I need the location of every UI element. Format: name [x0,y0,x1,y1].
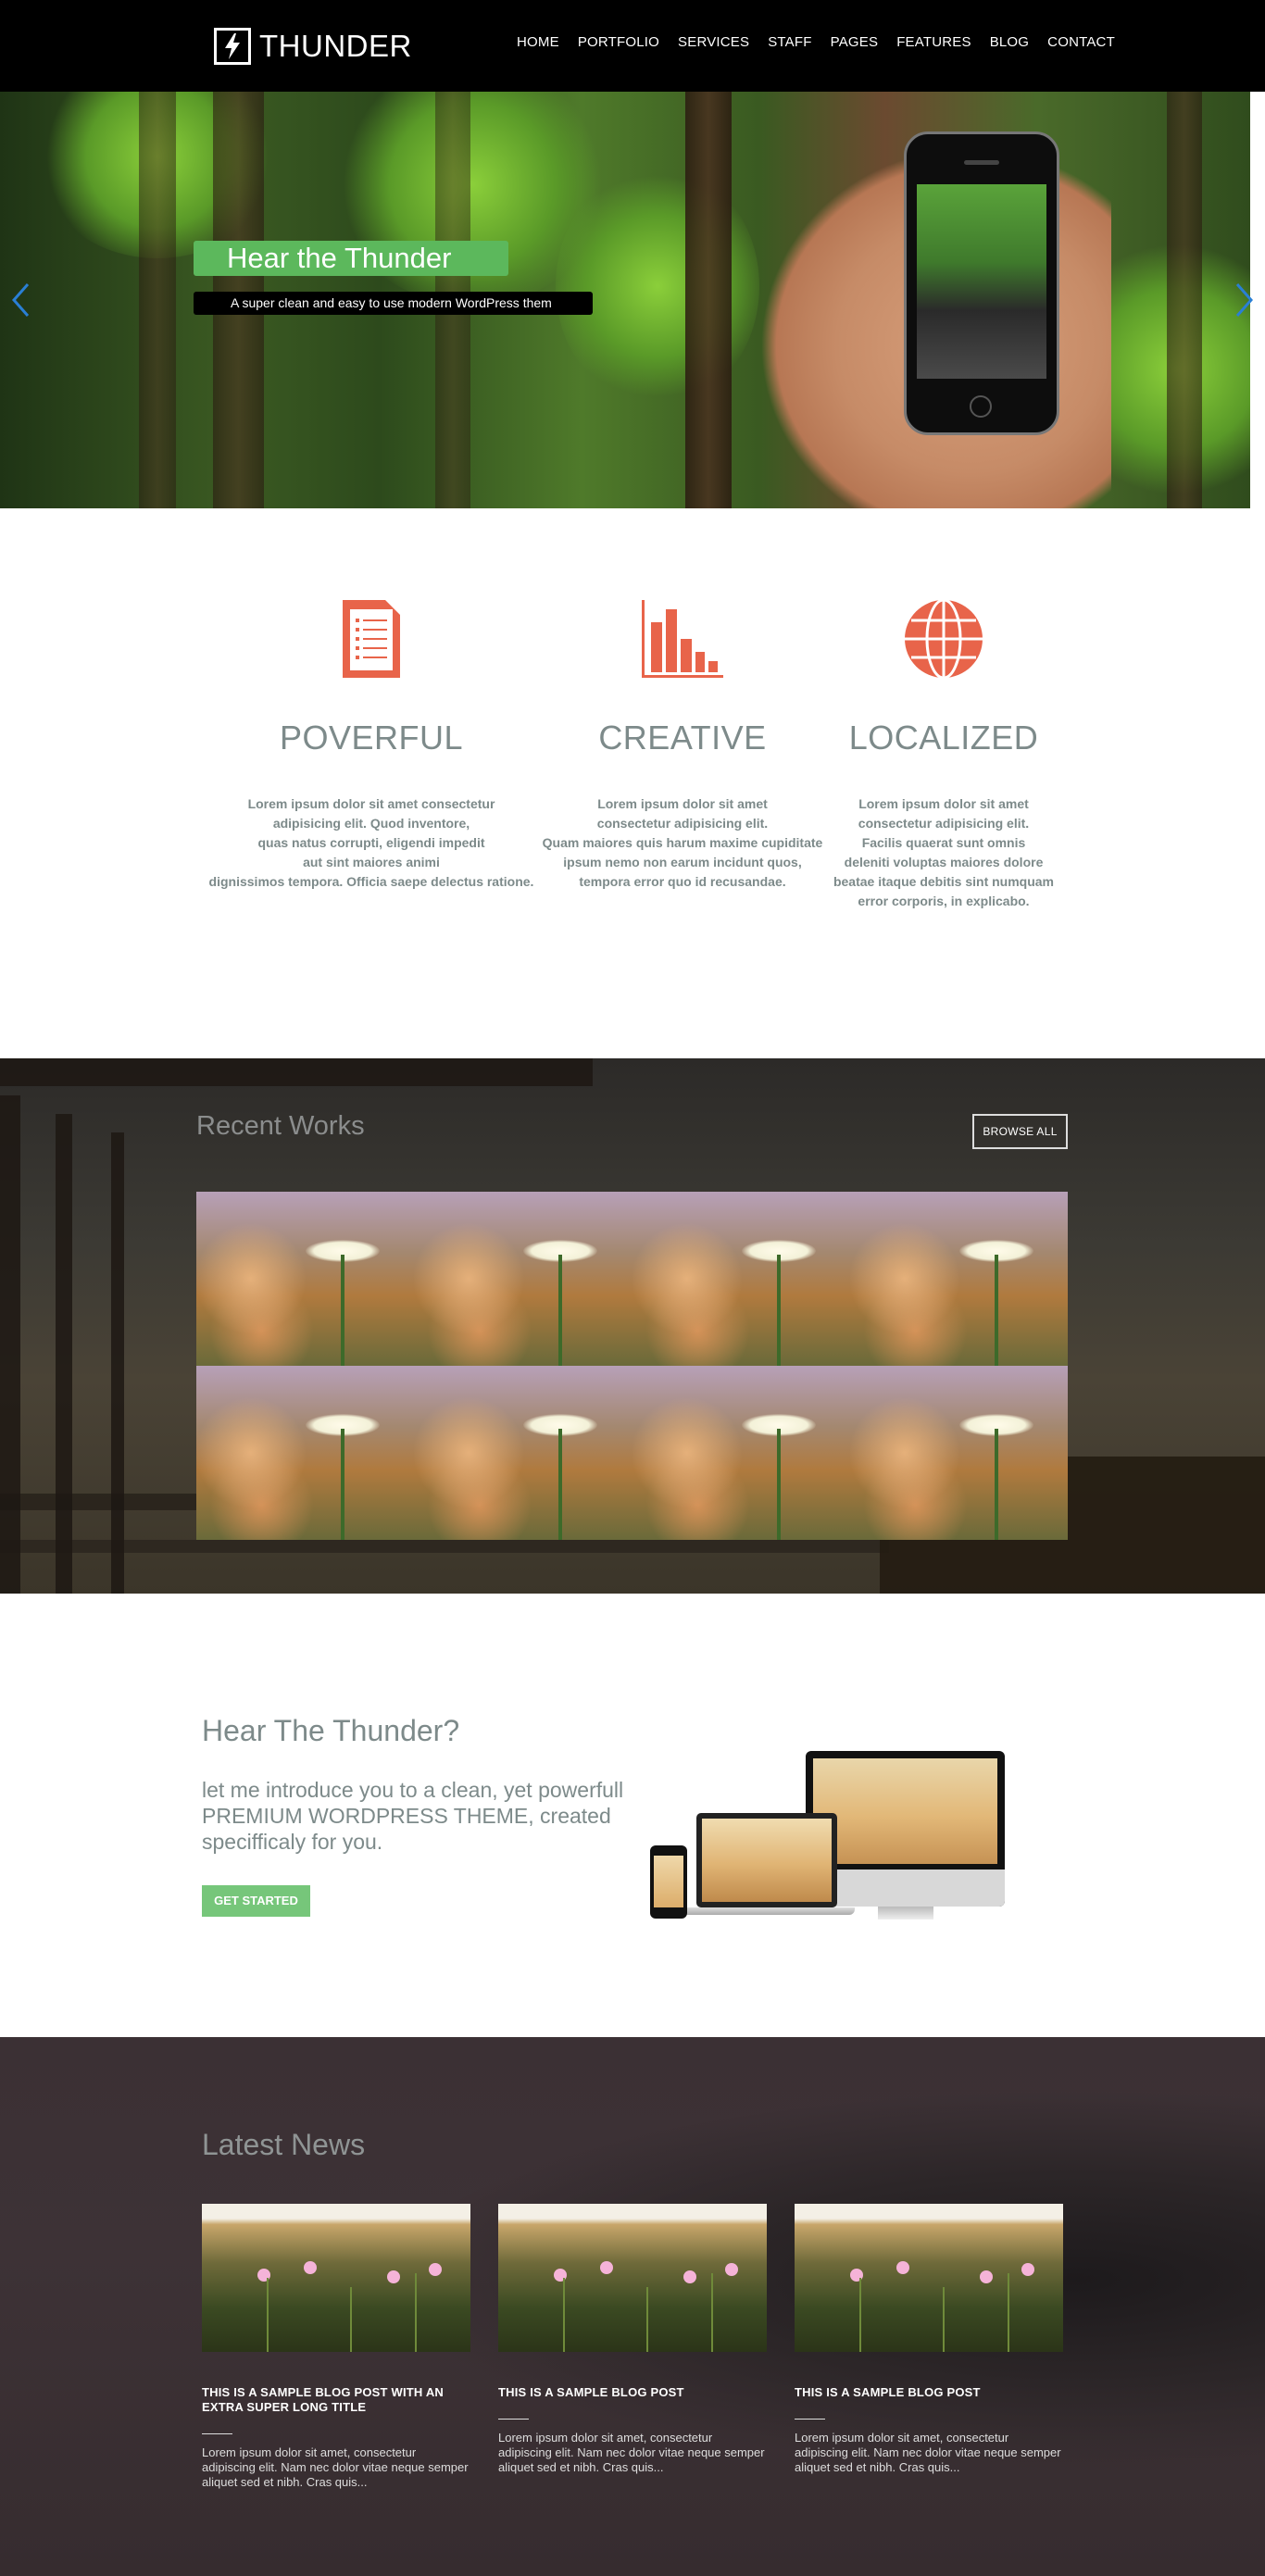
nav-item-features[interactable]: FEATURES [896,34,971,50]
page: THUNDER HOME PORTFOLIO SERVICES STAFF PA… [0,0,1265,2576]
site-logo[interactable]: THUNDER [214,26,412,67]
hero-title: Hear the Thunder [194,241,508,276]
feature-title: CREATIVE [598,719,767,757]
post-excerpt: Lorem ipsum dolor sit amet, consectetur … [795,2431,1061,2474]
portfolio-item[interactable] [849,1366,1068,1540]
post-image[interactable] [498,2204,767,2352]
nav-item-services[interactable]: SERVICES [678,34,749,50]
chevron-right-icon[interactable] [1232,281,1256,319]
phone-image [904,131,1059,435]
nav-item-portfolio[interactable]: PORTFOLIO [578,34,659,50]
hero-subtitle: A super clean and easy to use modern Wor… [194,292,593,315]
phone-device-image [650,1845,687,1919]
feature-text: Lorem ipsum dolor sit amet consectetur a… [833,796,1055,908]
recent-works-section: Recent Works BROWSE ALL [0,1058,1265,1594]
feature-title: LOCALIZED [848,719,1039,757]
main-nav: HOME PORTFOLIO SERVICES STAFF PAGES FEAT… [517,34,1115,50]
logo-text: THUNDER [259,29,412,63]
works-title: Recent Works [196,1111,365,1141]
get-started-button[interactable]: GET STARTED [202,1885,310,1917]
browse-all-button[interactable]: BROWSE ALL [972,1114,1068,1149]
feature-creative: CREATIVE Lorem ipsum dolor sit amet cons… [539,598,826,892]
portfolio-item[interactable] [196,1192,415,1366]
news-title: Latest News [202,2128,366,2161]
lightning-icon [214,28,251,65]
nav-item-contact[interactable]: CONTACT [1047,34,1115,50]
portfolio-item[interactable] [414,1192,632,1366]
portfolio-item[interactable] [632,1366,850,1540]
post-image[interactable] [202,2204,470,2352]
post-image[interactable] [795,2204,1063,2352]
feature-powerful: POVERFUL Lorem ipsum dolor sit amet cons… [204,598,539,892]
site-header: THUNDER HOME PORTFOLIO SERVICES STAFF PA… [0,0,1265,92]
news-post[interactable]: THIS IS A SAMPLE BLOG POST Lorem ipsum d… [795,2204,1063,2475]
post-excerpt: Lorem ipsum dolor sit amet, consectetur … [498,2431,765,2474]
laptop-device-image [696,1813,837,1907]
nav-item-pages[interactable]: PAGES [831,34,879,50]
portfolio-item[interactable] [414,1366,632,1540]
news-post[interactable]: THIS IS A SAMPLE BLOG POST Lorem ipsum d… [498,2204,767,2475]
feature-text: Lorem ipsum dolor sit amet consectetur a… [542,796,823,889]
post-title[interactable]: THIS IS A SAMPLE BLOG POST WITH AN EXTRA… [202,2385,470,2415]
works-grid [196,1192,1068,1540]
bar-chart-icon [640,598,725,680]
post-excerpt: Lorem ipsum dolor sit amet, consectetur … [202,2445,469,2489]
portfolio-item[interactable] [196,1366,415,1540]
post-title[interactable]: THIS IS A SAMPLE BLOG POST [498,2385,767,2400]
post-title[interactable]: THIS IS A SAMPLE BLOG POST [795,2385,1063,2400]
news-post[interactable]: THIS IS A SAMPLE BLOG POST WITH AN EXTRA… [202,2204,470,2490]
nav-item-blog[interactable]: BLOG [990,34,1029,50]
nav-item-home[interactable]: HOME [517,34,559,50]
latest-news-section: Latest News THIS IS A SAMPLE BLOG POST W… [0,2037,1265,2576]
cta-text: let me introduce you to a clean, yet pow… [202,1778,624,1854]
cta-title: Hear The Thunder? [202,1714,460,1747]
portfolio-item[interactable] [849,1192,1068,1366]
globe-icon [903,598,984,680]
feature-text: Lorem ipsum dolor sit amet consectetur a… [208,796,534,889]
feature-title: POVERFUL [279,719,464,757]
hero-slider: Hear the Thunder A super clean and easy … [0,92,1265,508]
chevron-left-icon[interactable] [9,281,33,319]
portfolio-item[interactable] [632,1192,850,1366]
feature-localized: LOCALIZED Lorem ipsum dolor sit amet con… [826,598,1061,911]
nav-item-staff[interactable]: STAFF [768,34,811,50]
document-icon [339,598,404,680]
